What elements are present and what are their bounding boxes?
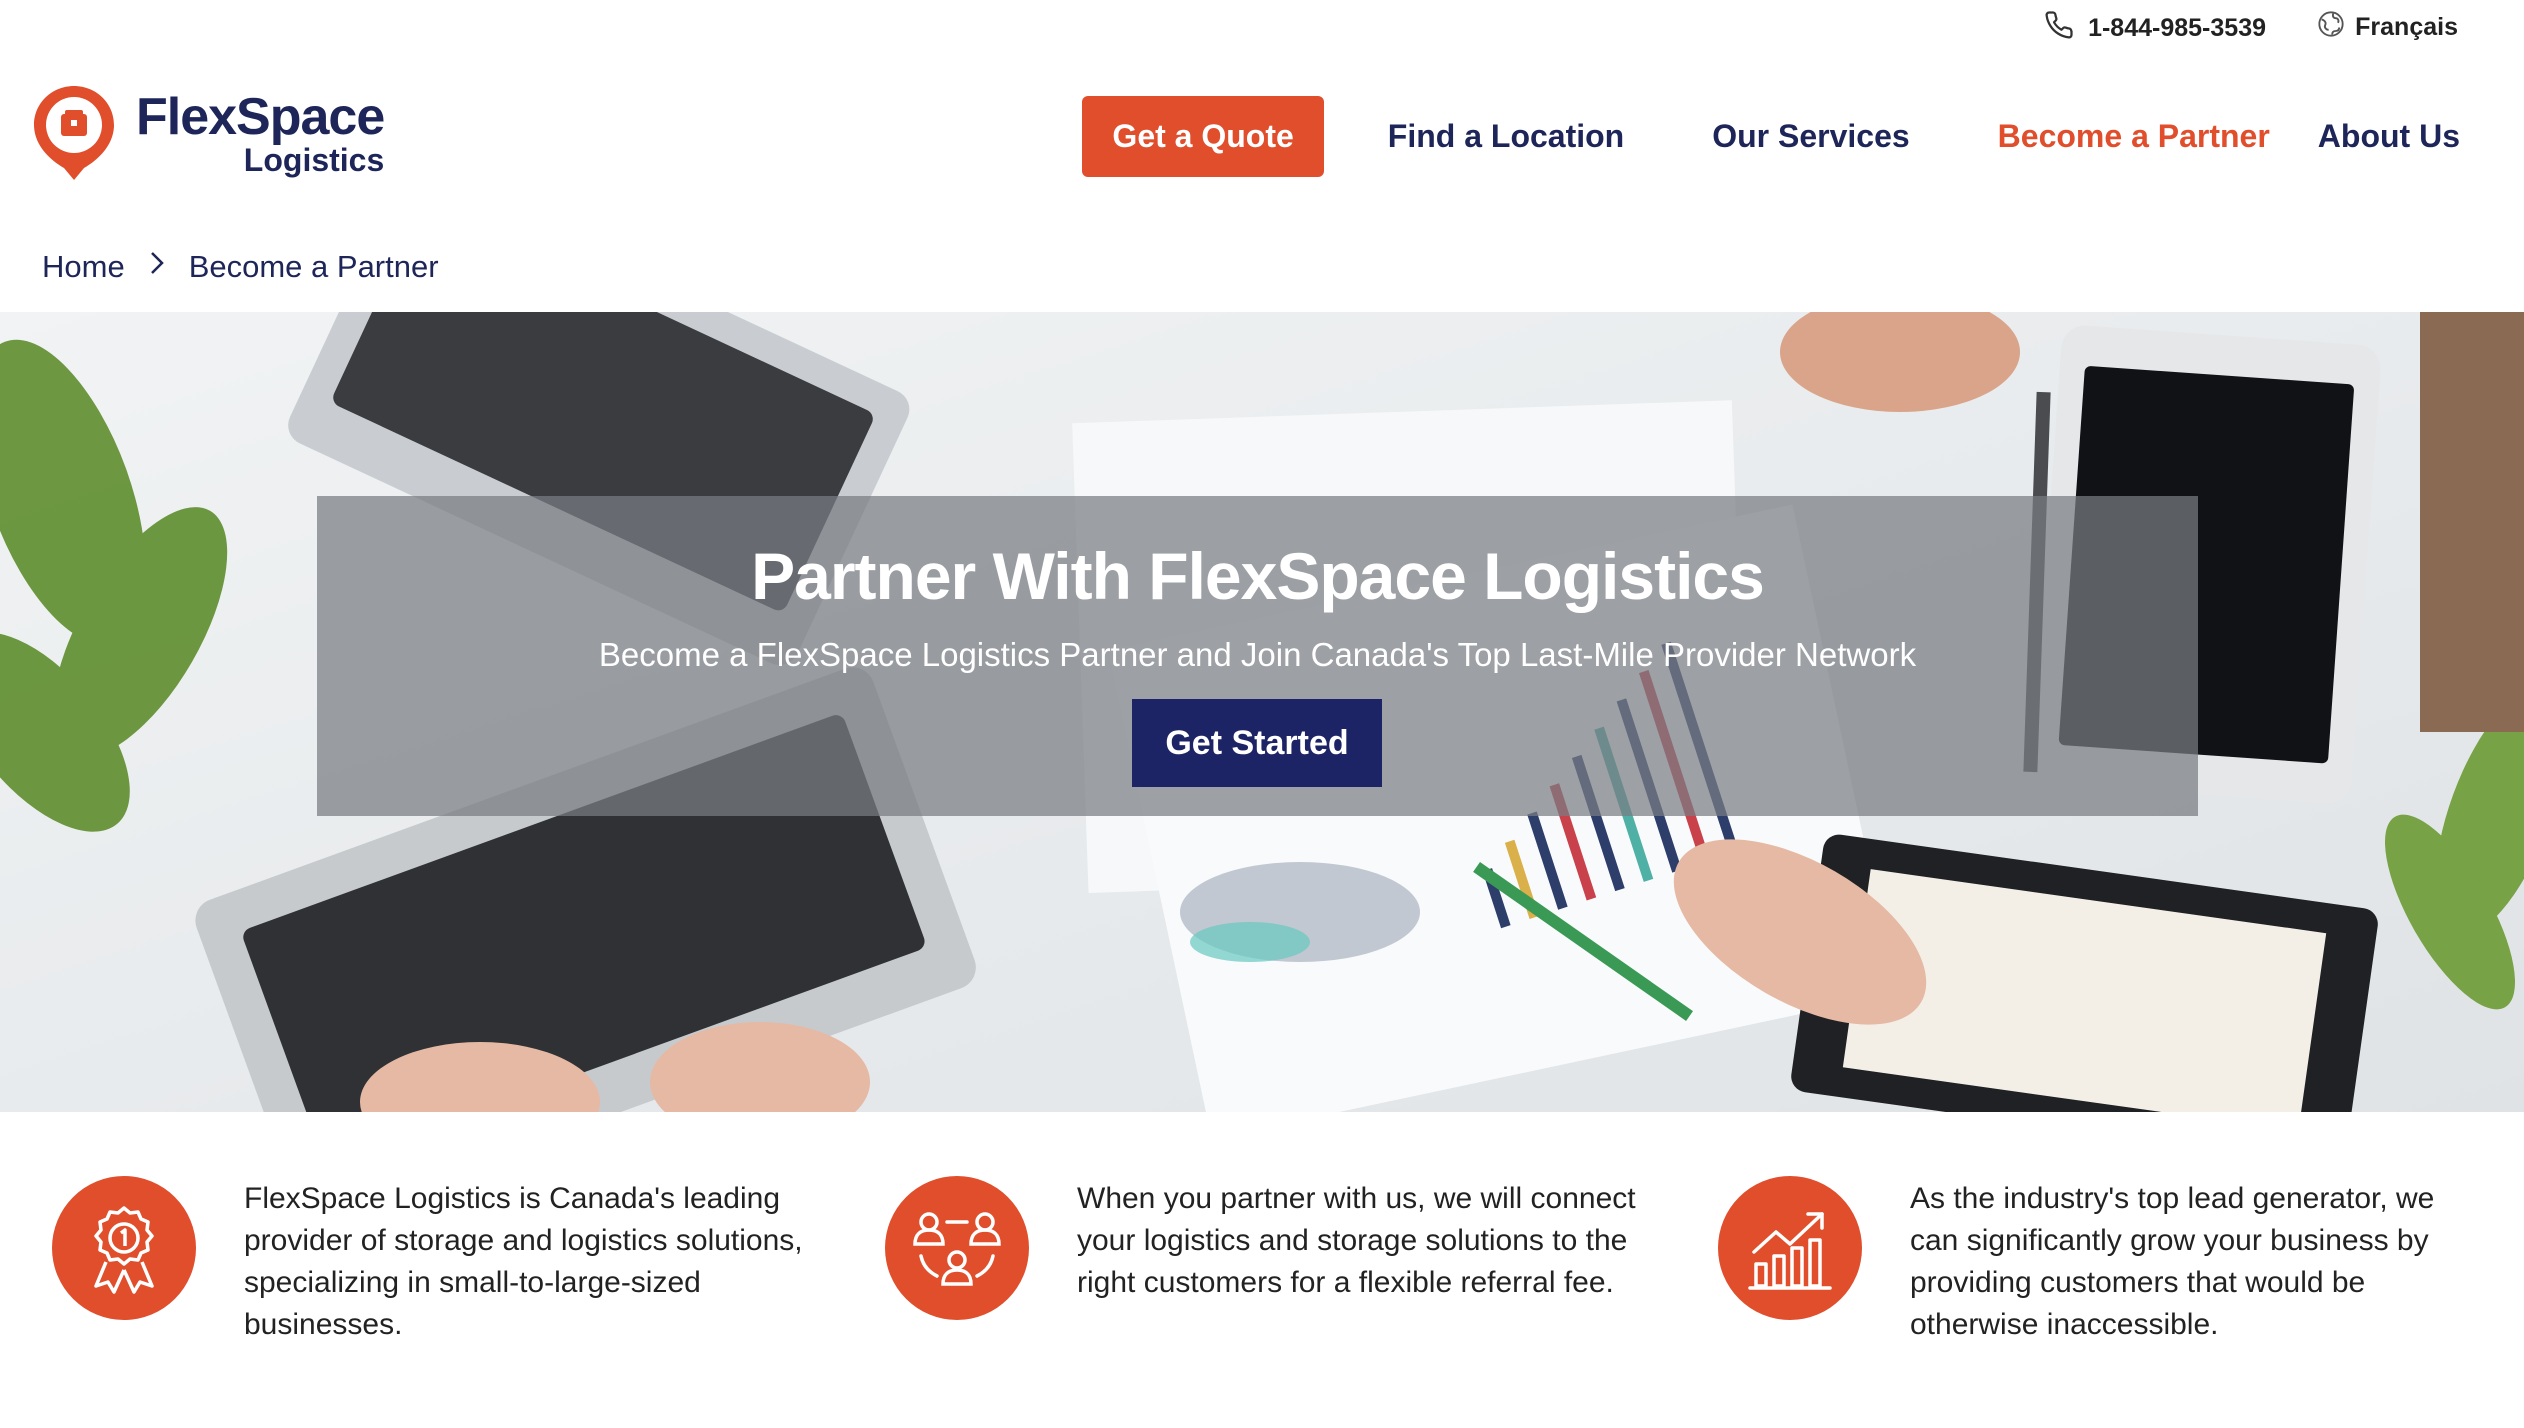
main-nav: Get a Quote Find a Location Our Services… xyxy=(1082,96,2460,177)
get-started-button[interactable]: Get Started xyxy=(1132,699,1382,787)
phone-link[interactable]: 1-844-985-3539 xyxy=(2044,10,2266,47)
people-network-icon xyxy=(885,1176,1029,1320)
site-logo[interactable]: FlexSpace Logistics xyxy=(30,82,385,187)
nav-find-location[interactable]: Find a Location xyxy=(1388,118,1624,155)
features-row: FlexSpace Logistics is Canada's leading … xyxy=(0,1176,2524,1376)
nav-our-services[interactable]: Our Services xyxy=(1712,118,1909,155)
utility-bar: 1-844-985-3539 Français xyxy=(0,0,2524,60)
language-switcher[interactable]: Français xyxy=(2317,10,2458,45)
globe-icon xyxy=(2317,10,2345,45)
breadcrumb-current: Become a Partner xyxy=(188,249,439,284)
nav-become-partner[interactable]: Become a Partner xyxy=(1998,118,2270,155)
nav-about-us[interactable]: About Us xyxy=(2318,118,2460,155)
growth-chart-icon xyxy=(1718,1176,1862,1320)
logo-wordmark: FlexSpace xyxy=(136,87,385,146)
breadcrumb: Home Become a Partner xyxy=(42,248,439,286)
chevron-right-icon xyxy=(147,248,167,286)
breadcrumb-home[interactable]: Home xyxy=(42,249,125,285)
hero-title: Partner With FlexSpace Logistics xyxy=(751,539,1765,613)
hero-banner: Partner With FlexSpace Logistics Become … xyxy=(0,312,2524,1112)
feature-text: FlexSpace Logistics is Canada's leading … xyxy=(244,1182,803,1341)
hero-overlay: Partner With FlexSpace Logistics Become … xyxy=(317,496,2198,816)
feature-item: When you partner with us, we will connec… xyxy=(885,1176,1647,1320)
hero-subtitle: Become a FlexSpace Logistics Partner and… xyxy=(598,636,1917,673)
feature-item: As the industry's top lead generator, we… xyxy=(1718,1176,2480,1346)
award-ribbon-icon xyxy=(52,1176,196,1320)
feature-item: FlexSpace Logistics is Canada's leading … xyxy=(52,1176,814,1346)
language-label: Français xyxy=(2355,13,2458,41)
logo-subtitle: Logistics xyxy=(243,141,385,178)
phone-number: 1-844-985-3539 xyxy=(2088,14,2266,42)
logo-pin-icon xyxy=(30,82,118,187)
get-a-quote-button[interactable]: Get a Quote xyxy=(1082,96,1324,177)
feature-text: When you partner with us, we will connec… xyxy=(1077,1182,1636,1299)
feature-text: As the industry's top lead generator, we… xyxy=(1910,1182,2435,1341)
phone-icon xyxy=(2044,10,2074,47)
